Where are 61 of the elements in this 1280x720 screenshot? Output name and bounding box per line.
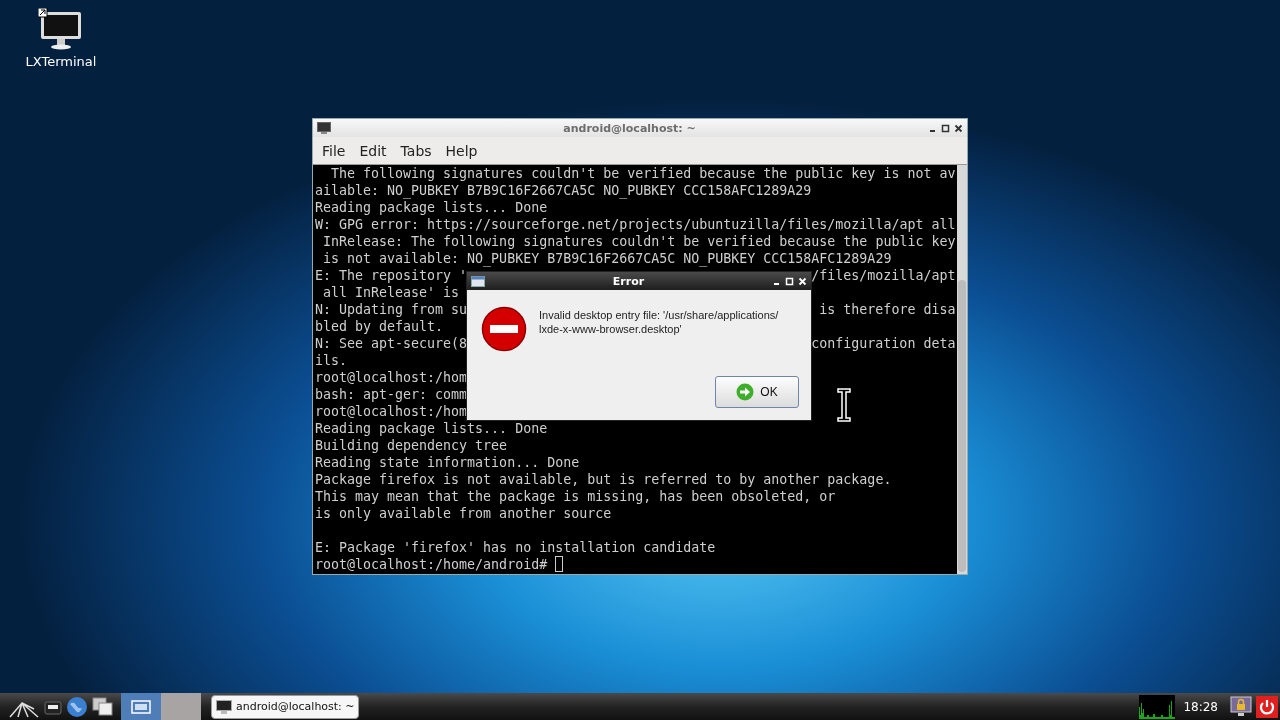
terminal-line: ailable: NO_PUBKEY B7B9C16F2667CA5C NO_PUBKEY CCC158AFC1289A29 [315, 182, 812, 199]
menu-item[interactable]: File [315, 142, 353, 159]
i-beam-pointer-icon [837, 388, 851, 422]
terminal-line: bash: apt-ger: comm [315, 386, 468, 403]
terminal-prompt: root@localhost:/home/android# [315, 556, 549, 573]
terminal-line: E: The repository ' [315, 267, 468, 284]
terminal-line: This may mean that the package is missing, has been obsoleted, or [315, 488, 836, 505]
terminal-line: root@localhost:/hom [315, 369, 468, 386]
menu-item[interactable]: Tabs [393, 142, 439, 159]
terminal-line: is not available: NO_PUBKEY B7B9C16F2667CA5C NO_PUBKEY CCC158AFC1289A29 [322, 250, 892, 267]
power-icon [1256, 695, 1278, 718]
terminal-line: is only available from another source [315, 505, 612, 522]
windows-icon [92, 696, 114, 717]
terminal-line: Package firefox is not available, but is referred to by another package. [315, 471, 892, 488]
task-button[interactable]: android@localhost: ~ [211, 694, 359, 719]
terminal-line: all InRelease' is [322, 284, 460, 301]
close-icon [954, 123, 963, 133]
terminal-line: /files/mozilla/apt [811, 267, 956, 284]
clock: 18:28 [1183, 699, 1218, 714]
icon-label: LXTerminal [25, 54, 97, 69]
terminal-icon [317, 122, 331, 134]
maximize-icon [941, 123, 950, 133]
terminal-line: root@localhost:/hom [315, 403, 468, 420]
lock-icon [1230, 695, 1252, 718]
terminal-line: Building dependency tree [315, 437, 508, 454]
menu-item[interactable]: Help [438, 142, 485, 159]
ok-button[interactable]: OK [715, 376, 799, 408]
cpu-graph [1139, 694, 1176, 719]
scroll-thumb[interactable] [958, 280, 966, 572]
monitor-icon [216, 699, 232, 714]
text-cursor [555, 556, 564, 572]
terminal-line: E: Package 'firefox' has no installation candidate [315, 539, 716, 556]
terminal-line: N: Updating from su [315, 301, 468, 318]
error-icon [481, 306, 527, 352]
workspace-button[interactable] [121, 693, 161, 720]
terminal-line: InRelease: The following signatures couldn't be verified because the public key [322, 233, 956, 250]
terminal-line: Reading package lists... Done [315, 199, 548, 216]
window-title: android@localhost: ~ [562, 121, 697, 135]
menu-item[interactable]: Edit [352, 142, 394, 159]
terminal-line: Reading package lists... Done [315, 420, 548, 437]
terminal-line: The following signatures couldn't be verified because the public key is not av [330, 165, 956, 182]
minimize-icon [930, 129, 935, 132]
maximize-icon [785, 276, 794, 286]
scrollbar[interactable] [957, 165, 967, 574]
desktop-shortcut[interactable]: LXTerminal [22, 8, 100, 69]
window-icon [131, 699, 151, 714]
terminal-line: configuration deta [811, 335, 956, 352]
error-message: Invalid desktop entry file: '/usr/share/applications/ lxde-x-www-browser.desktop' [539, 308, 779, 336]
close-icon [798, 276, 807, 286]
terminal-line: Reading state information... Done [315, 454, 580, 471]
terminal-line: is therefore disa [819, 301, 956, 318]
minimize-icon [774, 282, 779, 285]
terminal-line: N: See apt-secure(8 [315, 335, 468, 352]
terminal-line: ils. [315, 352, 348, 369]
window-icon [471, 275, 485, 287]
dialog-title: Error [611, 274, 646, 288]
terminal-line: bled by default. [315, 318, 444, 335]
arrow-circle-icon [736, 383, 755, 401]
monitor-icon [38, 8, 84, 50]
terminal-line: W: GPG error: https://sourceforge.net/projects/ubuntuzilla/files/mozilla/apt all [315, 216, 956, 233]
globe-icon [66, 695, 88, 718]
